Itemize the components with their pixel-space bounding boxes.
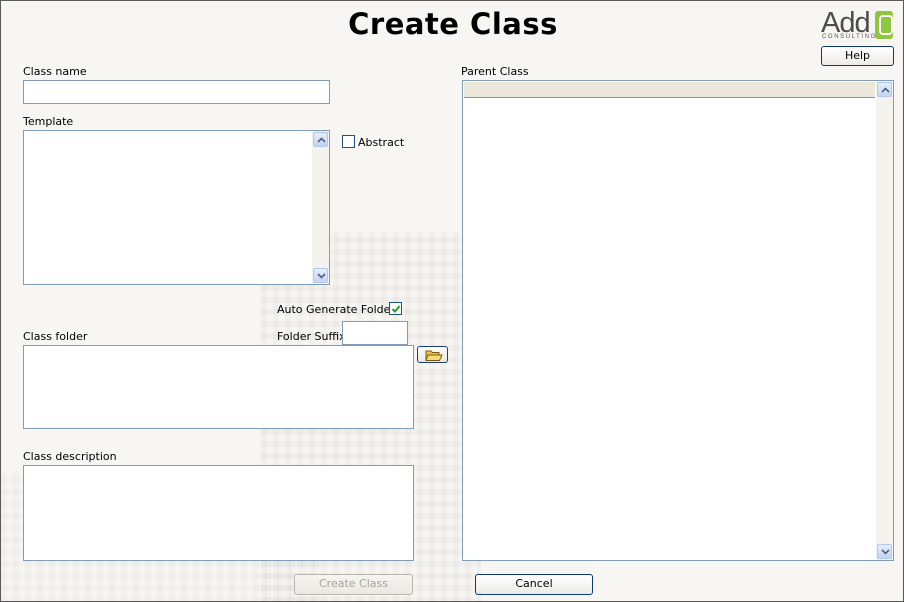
parent-class-label: Parent Class <box>461 65 529 78</box>
class-description-label: Class description <box>23 450 117 463</box>
browse-folder-button[interactable] <box>417 346 448 363</box>
logo-subtitle: CONSULTING <box>822 34 877 40</box>
abstract-checkbox[interactable] <box>342 135 355 148</box>
class-description-textarea[interactable] <box>23 465 414 561</box>
abstract-label: Abstract <box>358 136 405 149</box>
class-folder-label: Class folder <box>23 330 88 343</box>
class-folder-field[interactable] <box>23 345 414 429</box>
auto-generate-folder-checkbox[interactable] <box>389 302 402 315</box>
scroll-down-icon[interactable] <box>877 544 892 559</box>
page-title: Create Class <box>348 7 558 41</box>
parent-class-tree[interactable] <box>462 80 894 561</box>
checkmark-icon <box>391 305 401 313</box>
scroll-up-icon[interactable] <box>877 82 892 97</box>
tree-header <box>464 82 875 98</box>
template-textarea[interactable] <box>23 130 330 285</box>
scroll-up-icon[interactable] <box>313 132 328 147</box>
template-scrollbar[interactable] <box>312 131 329 284</box>
folder-suffix-input[interactable] <box>342 321 408 345</box>
help-button[interactable]: Help <box>821 46 894 66</box>
template-label: Template <box>23 115 74 128</box>
parent-class-scrollbar[interactable] <box>876 81 893 560</box>
class-name-input[interactable] <box>23 80 330 104</box>
open-folder-icon <box>425 350 443 361</box>
create-class-dialog: Create Class Add CONSULTING Help Class n… <box>0 0 904 602</box>
cancel-button[interactable]: Cancel <box>475 574 593 595</box>
scroll-down-icon[interactable] <box>313 268 328 283</box>
logo-q-icon <box>875 11 893 39</box>
auto-generate-folder-label: Auto Generate Folder <box>277 303 395 316</box>
addq-logo: Add CONSULTING <box>821 7 897 43</box>
create-class-button[interactable]: Create Class <box>294 574 413 595</box>
folder-suffix-label: Folder Suffix <box>277 330 346 343</box>
class-name-label: Class name <box>23 65 87 78</box>
